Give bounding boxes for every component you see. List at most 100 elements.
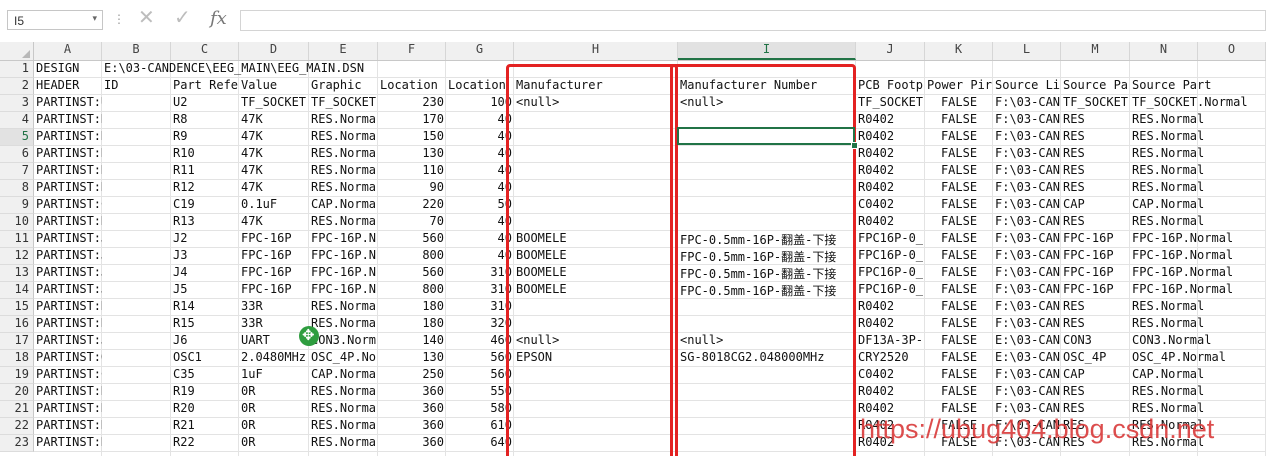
cell-l2[interactable]: Source Li	[993, 78, 1061, 95]
cell-c3[interactable]: U2	[171, 95, 239, 112]
column-header-f[interactable]: F	[378, 42, 446, 60]
cell-n22[interactable]: RES.Normal	[1130, 418, 1266, 435]
cell-f7[interactable]: 110	[378, 163, 446, 180]
cell-d10[interactable]: 47K	[239, 214, 309, 231]
cell-n23[interactable]: RES.Normal	[1130, 435, 1266, 452]
cell-e17[interactable]: CON3.Norm	[309, 333, 378, 350]
column-header-d[interactable]: D	[239, 42, 309, 60]
cell-a14[interactable]: PARTINST:J5	[34, 282, 102, 299]
cell-m16[interactable]: RES	[1061, 316, 1130, 333]
cell-j3[interactable]: TF_SOCKET	[856, 95, 925, 112]
cell-a1[interactable]: DESIGN	[34, 61, 102, 78]
cell-h18[interactable]: EPSON	[514, 350, 678, 367]
cell-g5[interactable]: 40	[446, 129, 514, 146]
cell-l16[interactable]: F:\03-CAN	[993, 316, 1061, 333]
cell-i12[interactable]: FPC-0.5mm-16P-翻盖-下接	[678, 248, 856, 265]
cell-m4[interactable]: RES	[1061, 112, 1130, 129]
cell-a19[interactable]: PARTINST:C35	[34, 367, 102, 384]
cell-m23[interactable]: RES	[1061, 435, 1130, 452]
cell-l12[interactable]: F:\03-CAN	[993, 248, 1061, 265]
enter-icon[interactable]: ✓	[174, 8, 191, 28]
cell-l6[interactable]: F:\03-CAN	[993, 146, 1061, 163]
cell-i13[interactable]: FPC-0.5mm-16P-翻盖-下接	[678, 265, 856, 282]
cell-a3[interactable]: PARTINST:U2	[34, 95, 102, 112]
cell-m8[interactable]: RES	[1061, 180, 1130, 197]
row-header-8[interactable]: 8	[0, 180, 34, 197]
cell-e23[interactable]: RES.Norma	[309, 435, 378, 452]
cell-k19[interactable]: FALSE	[925, 367, 993, 384]
cell-f18[interactable]: 130	[378, 350, 446, 367]
cell-j6[interactable]: R0402	[856, 146, 925, 163]
cell-e20[interactable]: RES.Norma	[309, 384, 378, 401]
cell-g9[interactable]: 50	[446, 197, 514, 214]
cell-k9[interactable]: FALSE	[925, 197, 993, 214]
cell-i17[interactable]: <null>	[678, 333, 856, 350]
cell-j19[interactable]: C0402	[856, 367, 925, 384]
row-header-23[interactable]: 23	[0, 435, 34, 452]
column-header-b[interactable]: B	[102, 42, 171, 60]
cell-f5[interactable]: 150	[378, 129, 446, 146]
cell-j12[interactable]: FPC16P-0_	[856, 248, 925, 265]
cell-f8[interactable]: 90	[378, 180, 446, 197]
cell-c18[interactable]: OSC1	[171, 350, 239, 367]
column-header-c[interactable]: C	[171, 42, 239, 60]
cell-j18[interactable]: CRY2520	[856, 350, 925, 367]
column-header-m[interactable]: M	[1061, 42, 1130, 60]
cell-e7[interactable]: RES.Norma	[309, 163, 378, 180]
row-header-21[interactable]: 21	[0, 401, 34, 418]
cell-a22[interactable]: PARTINST:R21	[34, 418, 102, 435]
cell-c4[interactable]: R8	[171, 112, 239, 129]
cell-a16[interactable]: PARTINST:R15	[34, 316, 102, 333]
cell-n8[interactable]: RES.Normal	[1130, 180, 1266, 197]
column-header-i[interactable]: I	[678, 42, 856, 60]
cell-g15[interactable]: 310	[446, 299, 514, 316]
cell-j7[interactable]: R0402	[856, 163, 925, 180]
cell-g13[interactable]: 310	[446, 265, 514, 282]
cell-c7[interactable]: R11	[171, 163, 239, 180]
cell-k14[interactable]: FALSE	[925, 282, 993, 299]
cell-a10[interactable]: PARTINST:R13	[34, 214, 102, 231]
cell-c6[interactable]: R10	[171, 146, 239, 163]
cell-m13[interactable]: FPC-16P	[1061, 265, 1130, 282]
cell-c22[interactable]: R21	[171, 418, 239, 435]
row-header-4[interactable]: 4	[0, 112, 34, 129]
select-all-corner[interactable]	[0, 42, 34, 60]
cell-f10[interactable]: 70	[378, 214, 446, 231]
cell-n4[interactable]: RES.Normal	[1130, 112, 1266, 129]
cell-k7[interactable]: FALSE	[925, 163, 993, 180]
row-header-10[interactable]: 10	[0, 214, 34, 231]
cell-n16[interactable]: RES.Normal	[1130, 316, 1266, 333]
cell-n12[interactable]: FPC-16P.Normal	[1130, 248, 1266, 265]
cell-m22[interactable]: RES	[1061, 418, 1130, 435]
column-header-h[interactable]: H	[514, 42, 678, 60]
cell-c23[interactable]: R22	[171, 435, 239, 452]
cell-c19[interactable]: C35	[171, 367, 239, 384]
column-header-j[interactable]: J	[856, 42, 925, 60]
cell-a21[interactable]: PARTINST:R20	[34, 401, 102, 418]
row-header-19[interactable]: 19	[0, 367, 34, 384]
row-header-18[interactable]: 18	[0, 350, 34, 367]
cell-l18[interactable]: E:\03-CAN	[993, 350, 1061, 367]
cell-c17[interactable]: J6	[171, 333, 239, 350]
cell-i11[interactable]: FPC-0.5mm-16P-翻盖-下接	[678, 231, 856, 248]
cell-b1[interactable]: E:\03-CANDENCE\EEG_MAIN\EEG_MAIN.DSN	[102, 61, 442, 78]
cell-j16[interactable]: R0402	[856, 316, 925, 333]
cell-e19[interactable]: CAP.Norma	[309, 367, 378, 384]
row-header-11[interactable]: 11	[0, 231, 34, 248]
cell-j5[interactable]: R0402	[856, 129, 925, 146]
row-header-7[interactable]: 7	[0, 163, 34, 180]
cell-l15[interactable]: F:\03-CAN	[993, 299, 1061, 316]
cell-n20[interactable]: RES.Normal	[1130, 384, 1266, 401]
cell-k21[interactable]: FALSE	[925, 401, 993, 418]
cell-d9[interactable]: 0.1uF	[239, 197, 309, 214]
cell-k2[interactable]: Power Pir	[925, 78, 993, 95]
cell-m18[interactable]: OSC_4P	[1061, 350, 1130, 367]
cell-d16[interactable]: 33R	[239, 316, 309, 333]
cell-i14[interactable]: FPC-0.5mm-16P-翻盖-下接	[678, 282, 856, 299]
cell-g7[interactable]: 40	[446, 163, 514, 180]
column-header-k[interactable]: K	[925, 42, 993, 60]
cell-l22[interactable]: F:\03-CAN	[993, 418, 1061, 435]
cell-h14[interactable]: BOOMELE	[514, 282, 678, 299]
cell-k20[interactable]: FALSE	[925, 384, 993, 401]
cell-d2[interactable]: Value	[239, 78, 309, 95]
